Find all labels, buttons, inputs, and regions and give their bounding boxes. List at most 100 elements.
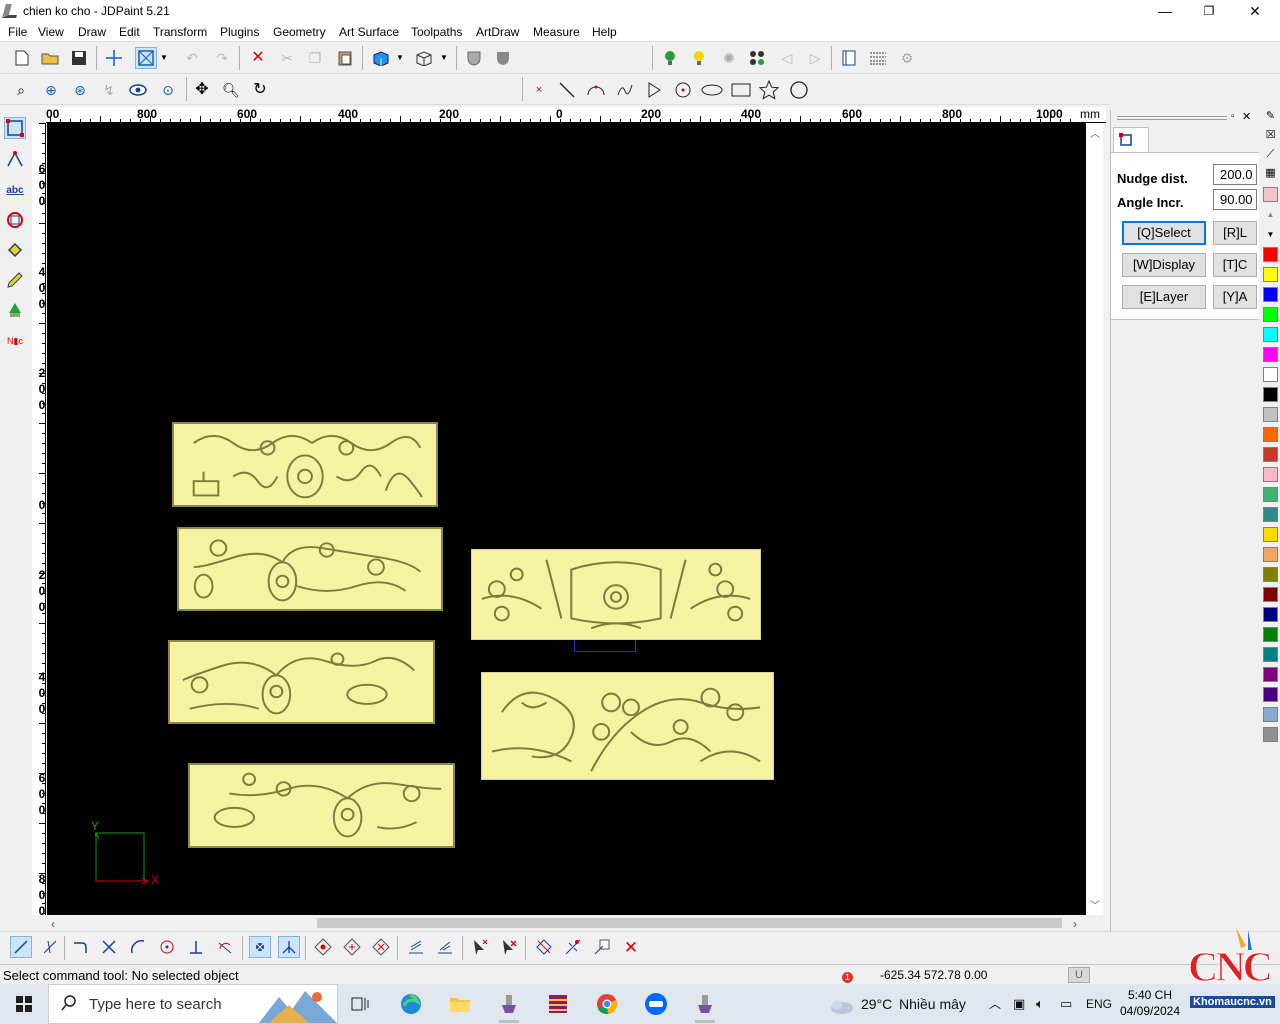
menu-transform[interactable]: Transform [153, 25, 207, 39]
shield-filled-icon[interactable] [492, 47, 514, 69]
menu-view[interactable]: View [38, 25, 64, 39]
cursor-add-icon[interactable] [469, 936, 491, 958]
menu-art-surface[interactable]: Art Surface [339, 25, 399, 39]
offset-tool-icon[interactable] [4, 209, 26, 231]
relief-panel-fruit[interactable] [188, 763, 455, 848]
scroll-up-icon[interactable]: ︿ [1090, 125, 1100, 140]
minimize-button[interactable]: — [1142, 0, 1188, 22]
edge-browser-icon[interactable] [391, 988, 431, 1020]
relief-panel-branches[interactable] [177, 527, 443, 611]
input-language[interactable]: ENG [1086, 984, 1112, 1024]
zoom-extents-icon[interactable]: ⌕ [10, 79, 32, 101]
delete-icon[interactable]: ✕ [247, 47, 269, 69]
wireframe-cube-icon[interactable] [413, 47, 435, 69]
color-swatch[interactable] [1263, 647, 1278, 662]
horizontal-scroll-thumb[interactable] [317, 918, 1062, 928]
node-diamond-icon[interactable] [312, 936, 334, 958]
chrome-icon[interactable] [587, 988, 627, 1020]
menu-plugins[interactable]: Plugins [220, 25, 259, 39]
panel-tab-select[interactable] [1113, 127, 1149, 153]
point-icon[interactable]: × [528, 79, 550, 101]
color-swatch-current[interactable] [1263, 187, 1278, 202]
snap-endpoint-icon[interactable] [10, 936, 32, 958]
vertical-scrollbar[interactable]: ︿ ﹀ [1086, 123, 1103, 915]
align-bottom-icon[interactable] [405, 936, 427, 958]
color-swatch[interactable] [1263, 387, 1278, 402]
pattern-icon[interactable]: ▦ [1263, 166, 1278, 181]
panel-float-icon[interactable]: ▫ [1231, 111, 1235, 122]
star-icon[interactable] [758, 79, 780, 101]
color-swatch[interactable] [1263, 327, 1278, 342]
color-swatch[interactable] [1263, 307, 1278, 322]
panel-close-icon[interactable]: ✕ [1242, 110, 1251, 123]
snap-grid-icon[interactable] [249, 936, 271, 958]
zalo-icon[interactable] [636, 988, 676, 1020]
color-swatch[interactable] [1263, 427, 1278, 442]
network-icon[interactable]: ▭ [1060, 984, 1072, 1024]
color-swatch[interactable] [1263, 287, 1278, 302]
display-mode-button[interactable]: [W]Display [1122, 253, 1206, 277]
task-view-icon[interactable] [340, 988, 380, 1020]
color-swatch[interactable] [1263, 687, 1278, 702]
rectangle-icon[interactable] [730, 79, 752, 101]
shade-cube-icon[interactable] [370, 47, 392, 69]
select-tool-icon[interactable] [4, 117, 26, 139]
snap-arc-icon[interactable] [127, 936, 149, 958]
color-swatch[interactable] [1263, 547, 1278, 562]
taskbar-search[interactable]: Type here to search [48, 984, 338, 1024]
crosshair-icon[interactable] [103, 47, 125, 69]
menu-artdraw[interactable]: ArtDraw [476, 25, 519, 39]
pen-icon[interactable]: ✎ [1263, 109, 1278, 124]
color-swatch[interactable] [1263, 567, 1278, 582]
color-swatch[interactable] [1263, 607, 1278, 622]
layer-mode-button[interactable]: [E]Layer [1122, 285, 1206, 309]
chevron-down-icon[interactable]: ▼ [438, 47, 450, 69]
machine-icon[interactable]: ⚙ [896, 47, 918, 69]
menu-draw[interactable]: Draw [78, 25, 106, 39]
color-swatch[interactable] [1263, 487, 1278, 502]
color-swatch[interactable] [1263, 247, 1278, 262]
snap-midpoint-icon[interactable] [39, 936, 61, 958]
zoom-in-icon[interactable]: ⊕ [40, 79, 62, 101]
spline-icon[interactable] [614, 79, 636, 101]
horizontal-scrollbar[interactable]: ‹ › [47, 915, 1086, 931]
chevron-down-icon[interactable]: ▼ [394, 47, 406, 69]
circle-center-icon[interactable] [672, 79, 694, 101]
scroll-right-icon[interactable]: › [1073, 917, 1077, 931]
close-button[interactable]: ✕ [1232, 0, 1278, 22]
relief-panel-peach[interactable] [168, 640, 435, 724]
text-tool-icon[interactable]: abc [4, 179, 26, 201]
color-swatch[interactable] [1263, 407, 1278, 422]
angle-incr-input[interactable]: 90.00 [1213, 189, 1257, 210]
new-file-icon[interactable] [11, 47, 33, 69]
drawing-canvas[interactable]: Y X [47, 123, 1086, 915]
open-folder-icon[interactable] [39, 47, 61, 69]
color-swatch[interactable] [1263, 447, 1278, 462]
cancel-command-icon[interactable]: ✕ [620, 936, 642, 958]
snap-corner-icon[interactable] [69, 936, 91, 958]
file-explorer-icon[interactable] [440, 988, 480, 1020]
relief-panel-phoenix[interactable] [481, 672, 774, 780]
copy-icon[interactable]: ❐ [304, 47, 326, 69]
eyedropper-icon[interactable]: ⟋ [1263, 147, 1278, 162]
jdpaint-task-icon-1[interactable] [489, 988, 529, 1023]
node-diamond-remove-icon[interactable] [370, 936, 392, 958]
t-mode-button[interactable]: [T]C [1213, 253, 1257, 277]
pen-tool-icon[interactable] [4, 269, 26, 291]
eye-icon[interactable] [127, 79, 149, 101]
snap-tangent-icon[interactable] [214, 936, 236, 958]
node-edit-icon[interactable] [4, 148, 26, 170]
book-icon[interactable] [838, 47, 860, 69]
circle-icon[interactable] [788, 79, 810, 101]
y-mode-button[interactable]: [Y]A [1213, 285, 1257, 309]
color-swatch[interactable] [1263, 587, 1278, 602]
chevron-down-icon[interactable]: ▼ [158, 47, 170, 69]
color-swatch[interactable] [1263, 267, 1278, 282]
nudge-dist-input[interactable]: 200.0 [1213, 164, 1257, 185]
rotate-view-icon[interactable]: ↻ [249, 79, 271, 101]
jdpaint-task-icon-2[interactable] [685, 988, 725, 1023]
scroll-down-icon[interactable]: ﹀ [1090, 897, 1100, 912]
scroll-left-icon[interactable]: ‹ [51, 917, 55, 931]
palette-scroll-up-icon[interactable]: ▲ [1263, 207, 1278, 222]
align-stack-icon[interactable] [434, 936, 456, 958]
